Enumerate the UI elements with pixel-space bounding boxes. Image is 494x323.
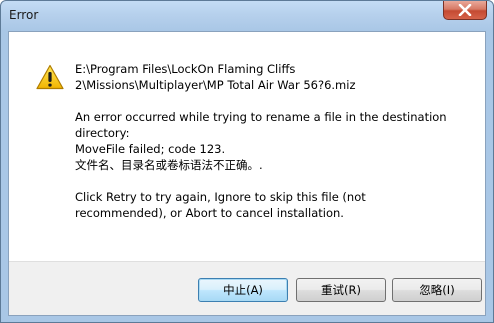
error-dialog: Error E:\Program Files\LockOn Flaming Cl… — [0, 0, 494, 323]
abort-button[interactable]: 中止(A) — [198, 278, 288, 302]
error-message: E:\Program Files\LockOn Flaming Cliffs 2… — [75, 61, 475, 221]
ignore-button[interactable]: 忽略(I) — [392, 278, 482, 302]
warning-icon — [36, 64, 64, 90]
retry-button[interactable]: 重试(R) — [296, 278, 386, 302]
close-icon — [458, 4, 472, 16]
error-details-text: An error occurred while trying to rename… — [75, 110, 447, 172]
file-path-text: E:\Program Files\LockOn Flaming Cliffs 2… — [75, 62, 356, 92]
dialog-body: E:\Program Files\LockOn Flaming Cliffs 2… — [8, 31, 486, 316]
close-button[interactable] — [443, 1, 487, 20]
instructions-text: Click Retry to try again, Ignore to skip… — [75, 190, 366, 220]
button-bar: 中止(A) 重试(R) 忽略(I) — [9, 261, 485, 315]
window-title: Error — [9, 8, 39, 22]
title-bar[interactable]: Error — [1, 1, 493, 31]
